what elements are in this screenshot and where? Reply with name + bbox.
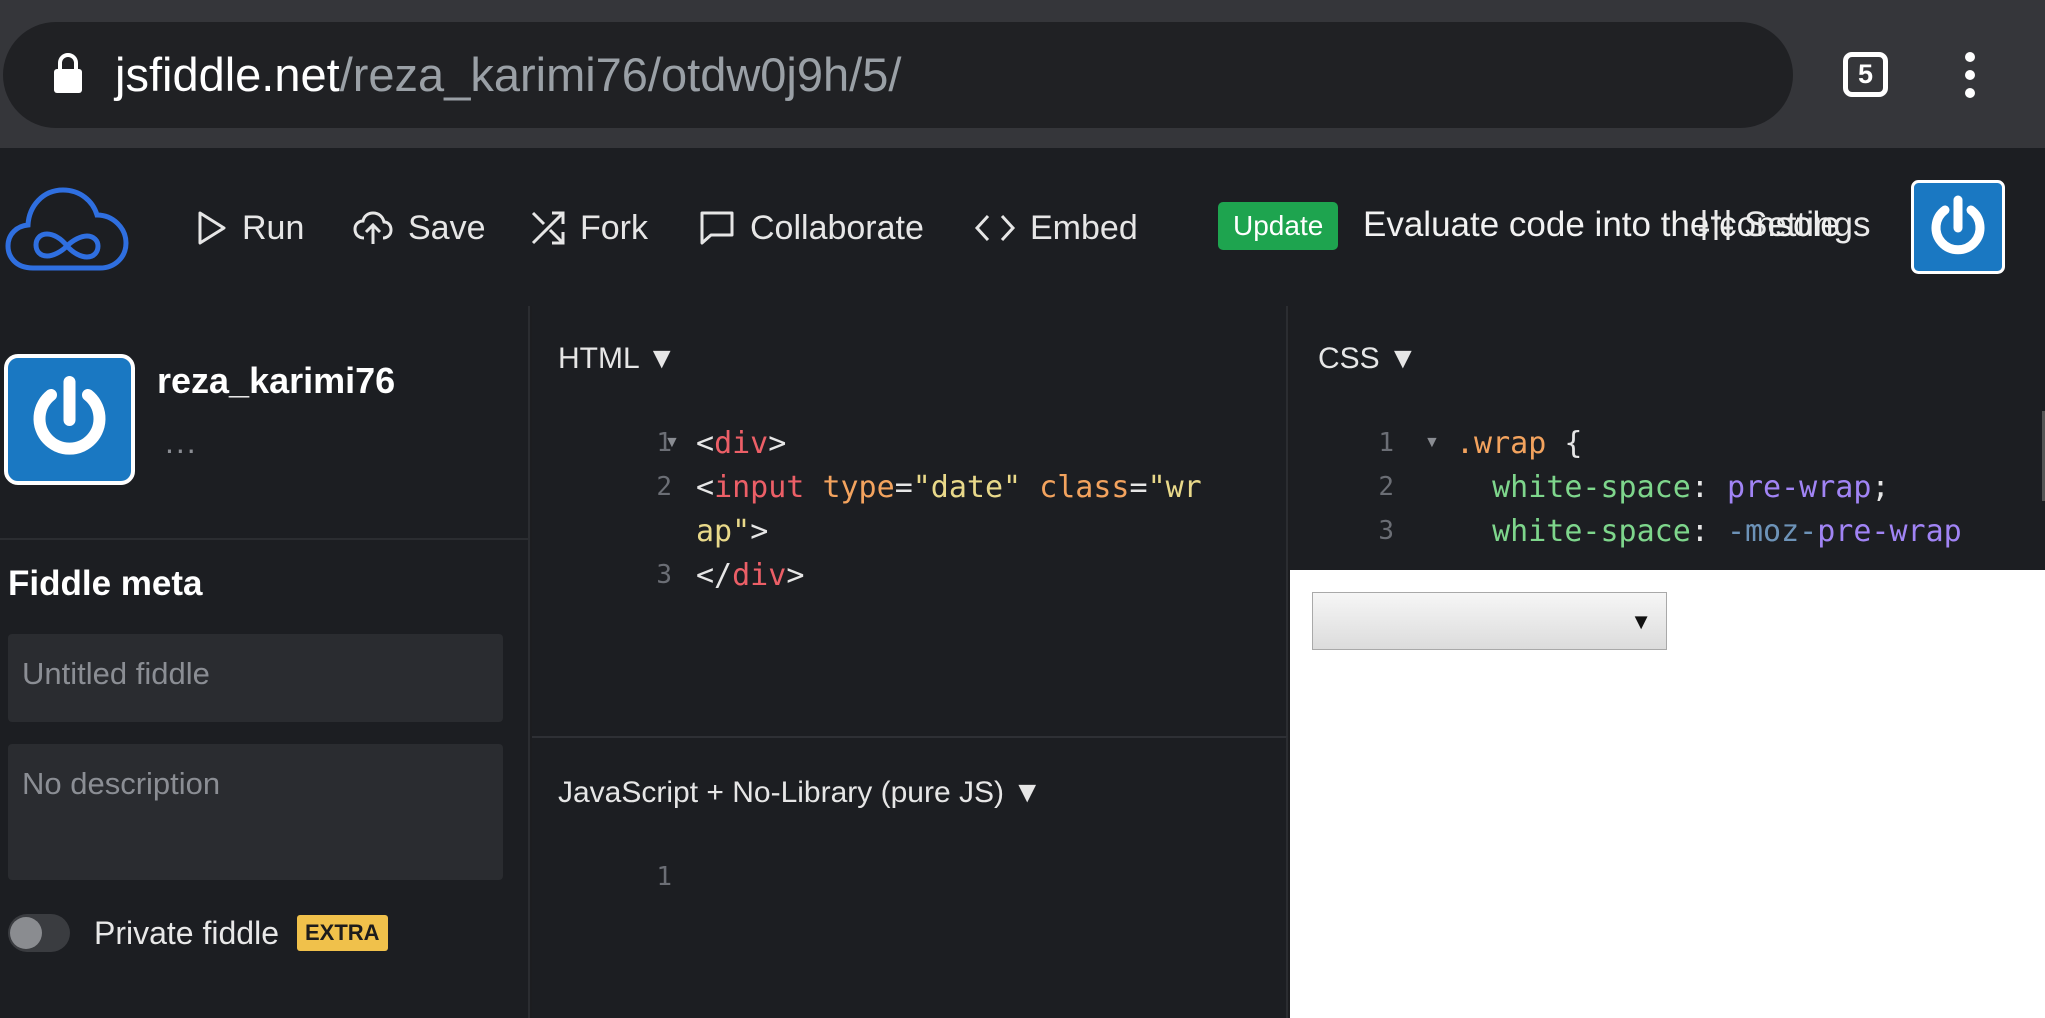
css-code-editor[interactable]: .wrap { white-space: pre-wrap; white-spa… xyxy=(1456,422,2036,554)
tab-switcher-icon[interactable]: 5 xyxy=(1843,52,1888,97)
browser-url-bar: jsfiddle.net/reza_karimi76/otdw0j9h/5/ 5 xyxy=(0,0,2045,148)
dropdown-arrow-icon: ▼ xyxy=(1012,776,1043,809)
play-icon xyxy=(198,211,226,245)
code-line: white-space: -moz-pre-wrap xyxy=(1492,514,1962,549)
profile-avatar-icon[interactable] xyxy=(4,354,135,485)
html-panel: HTML ▼ 1 ▼ 2 3 <div> <input type="date" … xyxy=(532,306,1288,736)
css-panel: CSS ▼ 1 ▼ 2 3 .wrap { white-space: pre-w… xyxy=(1290,306,2045,570)
fold-arrow-icon[interactable]: ▼ xyxy=(664,434,680,452)
fold-arrow-icon[interactable]: ▼ xyxy=(1424,434,1440,452)
code-line: white-space: pre-wrap; xyxy=(1492,470,1890,505)
html-panel-title[interactable]: HTML ▼ xyxy=(558,342,677,376)
user-avatar-icon[interactable] xyxy=(1911,180,2005,274)
run-button[interactable]: Run xyxy=(196,200,304,256)
url-text[interactable]: jsfiddle.net/reza_karimi76/otdw0j9h/5/ xyxy=(115,44,901,106)
username[interactable]: reza_karimi76 xyxy=(157,360,395,402)
embed-label: Embed xyxy=(1030,208,1138,247)
user-more-menu[interactable]: ... xyxy=(165,424,198,461)
settings-button[interactable]: Settings xyxy=(1698,200,1870,250)
code-brackets-icon xyxy=(974,214,1016,242)
toggle-knob xyxy=(10,917,42,949)
js-title-label: JavaScript + No-Library (pure JS) xyxy=(558,776,1004,809)
extra-badge: EXTRA xyxy=(296,915,388,951)
code-line: </div> xyxy=(696,558,805,593)
line-number: 2 xyxy=(656,472,672,502)
lock-icon xyxy=(54,53,82,93)
date-dropdown-arrow-icon: ▼ xyxy=(1630,609,1652,634)
html-title-label: HTML xyxy=(558,342,639,375)
jsfiddle-logo-icon[interactable] xyxy=(5,184,130,272)
run-label: Run xyxy=(242,208,305,247)
settings-label: Settings xyxy=(1744,205,1871,244)
url-host: jsfiddle.net xyxy=(115,48,340,101)
cloud-upload-icon xyxy=(353,211,393,244)
private-toggle[interactable] xyxy=(8,914,70,952)
divider xyxy=(0,538,530,540)
private-label: Private fiddle xyxy=(94,914,279,951)
sliders-icon xyxy=(1699,210,1733,240)
fiddle-description-input[interactable]: No description xyxy=(8,744,503,880)
fork-label: Fork xyxy=(580,208,648,247)
address-bar[interactable]: jsfiddle.net/reza_karimi76/otdw0j9h/5/ xyxy=(3,22,1793,128)
fork-icon xyxy=(531,211,565,245)
line-number: 1 xyxy=(656,862,672,892)
result-panel: ▼ xyxy=(1290,570,2045,1018)
fiddle-title-input[interactable]: Untitled fiddle xyxy=(8,634,503,722)
line-number: 3 xyxy=(656,560,672,590)
date-input[interactable]: ▼ xyxy=(1312,592,1667,650)
javascript-panel: JavaScript + No-Library (pure JS) ▼ 1 xyxy=(532,736,1288,1018)
code-line-wrap: ap"> xyxy=(696,514,769,549)
collaborate-label: Collaborate xyxy=(750,208,924,247)
embed-button[interactable]: Embed xyxy=(974,200,1138,256)
update-badge[interactable]: Update xyxy=(1218,202,1339,250)
line-number: 3 xyxy=(1378,516,1394,546)
url-path: /reza_karimi76/otdw0j9h/5/ xyxy=(339,48,902,101)
sidebar: reza_karimi76 ... Fiddle meta Untitled f… xyxy=(0,306,530,1018)
css-panel-title[interactable]: CSS ▼ xyxy=(1318,342,1418,376)
jsfiddle-toolbar: Run Save Fork Collaborate Embed Update E… xyxy=(0,148,2045,306)
save-label: Save xyxy=(408,208,486,247)
html-code-editor[interactable]: <div> <input type="date" class="wr ap"> … xyxy=(696,422,1256,598)
fiddle-meta-title: Fiddle meta xyxy=(8,564,203,603)
chat-icon xyxy=(700,211,734,245)
js-code-editor[interactable] xyxy=(696,856,1256,976)
line-number: 1 xyxy=(1378,428,1394,458)
collaborate-button[interactable]: Collaborate xyxy=(698,200,924,256)
dropdown-arrow-icon: ▼ xyxy=(1388,342,1418,375)
css-title-label: CSS xyxy=(1318,342,1380,375)
dropdown-arrow-icon: ▼ xyxy=(646,342,677,375)
code-line: .wrap { xyxy=(1456,426,1583,461)
js-panel-title[interactable]: JavaScript + No-Library (pure JS) ▼ xyxy=(558,776,1042,810)
more-options-icon[interactable] xyxy=(1955,50,1985,100)
fork-button[interactable]: Fork xyxy=(530,200,648,256)
save-button[interactable]: Save xyxy=(352,200,486,256)
code-line: <input type="date" class="wr xyxy=(696,470,1202,505)
private-fiddle-row: Private fiddle EXTRA xyxy=(8,914,388,952)
code-line: <div> xyxy=(696,426,787,461)
line-number: 2 xyxy=(1378,472,1394,502)
